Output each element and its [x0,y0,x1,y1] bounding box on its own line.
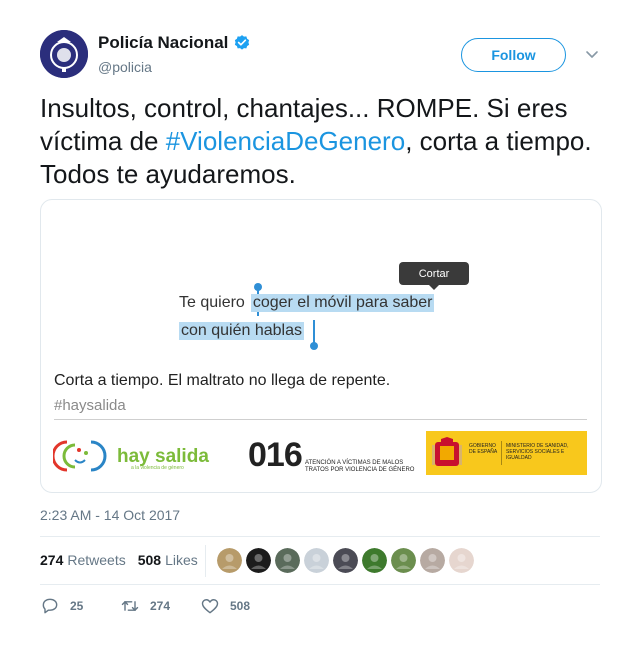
hay-salida-subtext: a la violencia de género [131,465,184,471]
reply-count: 25 [70,599,84,613]
retweets-stat[interactable]: 274 Retweets [40,552,126,568]
helpline-number: 016 [248,436,303,474]
follow-button[interactable]: Follow [461,38,566,72]
retweets-count: 274 [40,552,64,568]
stats-separator [205,545,206,577]
cut-tooltip: Cortar [399,262,469,285]
hashtag-link[interactable]: #ViolenciaDeGenero [166,126,405,156]
liker-avatar[interactable] [391,548,416,573]
coat-of-arms-icon [432,437,462,466]
likes-count: 508 [137,552,162,568]
reply-action[interactable]: 25 [40,596,83,616]
liker-avatar[interactable] [449,548,474,573]
line1-selected-text: coger el móvil para saber [250,294,435,312]
line2-selected-text: con quién hablas [179,322,304,340]
gov-name: GOBIERNO DE ESPAÑA [469,443,498,455]
name-row: Policía Nacional [98,33,251,53]
divider-top [40,536,600,537]
government-logo: GOBIERNO DE ESPAÑA MINISTERIO DE SANIDAD… [426,431,587,475]
selection-end-handle [310,342,318,350]
divider-bottom [40,584,600,585]
heart-icon [201,599,219,614]
ministry-name: MINISTERIO DE SANIDAD, SERVICIOS SOCIALE… [506,443,569,461]
verified-badge-icon [233,34,251,52]
chevron-down-icon[interactable] [585,47,599,61]
selection-line-1: Te quiero coger el móvil para saber [179,292,435,314]
retweet-icon [121,601,139,611]
likes-stat[interactable]: 508 Likes [138,552,198,568]
line1-plain-text: Te quiero [179,294,245,311]
likes-label: Likes [165,552,198,568]
media-card[interactable]: Cortar Te quiero coger el móvil para sabe… [40,199,602,493]
helpline-subtext: ATENCIÓN A VÍCTIMAS DE MALOS TRATOS POR … [305,460,415,473]
display-name[interactable]: Policía Nacional [98,33,228,53]
liker-avatar[interactable] [304,548,329,573]
user-handle[interactable]: @policia [98,59,152,75]
liker-avatar[interactable] [362,548,387,573]
card-heading: Corta a tiempo. El maltrato no llega de … [54,372,391,389]
tooltip-arrow [429,285,439,290]
hay-salida-logo-icon [53,440,107,472]
tweet-timestamp[interactable]: 2:23 AM - 14 Oct 2017 [40,507,180,523]
liker-avatars [217,548,474,573]
liker-avatar[interactable] [246,548,271,573]
card-hashtag: #haysalida [54,397,126,414]
like-action[interactable]: 508 [200,596,250,616]
liker-avatar[interactable] [333,548,358,573]
selection-end-cursor [313,320,315,344]
tweet-stats: 274 Retweets 508 Likes [40,552,198,568]
selection-line-2: con quién hablas [179,320,304,342]
police-badge-icon [40,30,88,78]
retweets-label: Retweets [67,552,126,568]
retweet-count: 274 [150,599,171,613]
liker-avatar[interactable] [275,548,300,573]
tweet-header: Policía Nacional @policia Follow [40,30,600,80]
retweet-action[interactable]: 274 [120,596,170,616]
tweet-text: Insultos, control, chantajes... ROMPE. S… [40,92,605,191]
liker-avatar[interactable] [420,548,445,573]
avatar[interactable] [40,30,88,78]
reply-icon [42,598,58,614]
like-count: 508 [230,599,251,613]
liker-avatar[interactable] [217,548,242,573]
card-divider [54,419,587,420]
gov-separator [501,441,502,465]
